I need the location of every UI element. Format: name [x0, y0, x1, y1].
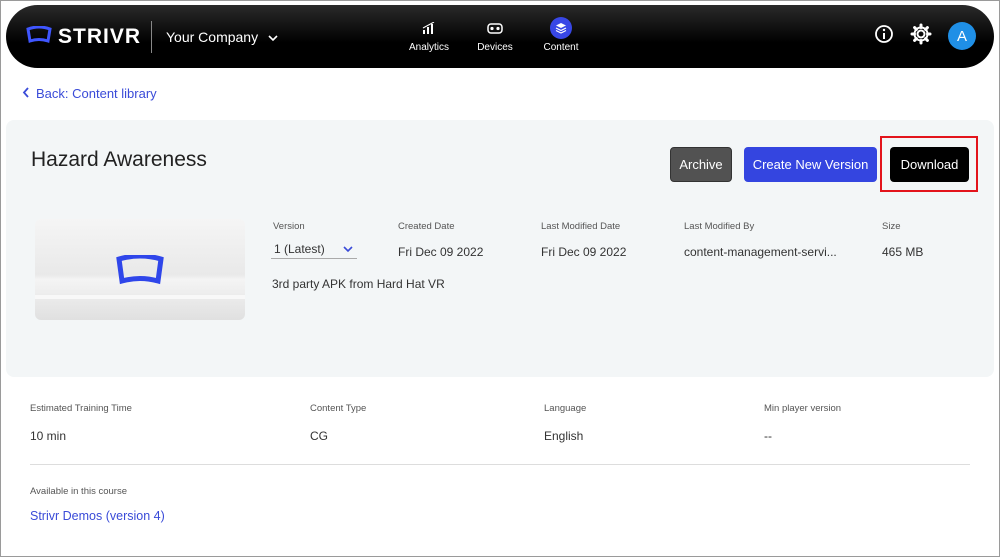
created-date-label: Created Date [398, 221, 455, 232]
chevron-down-icon [343, 242, 357, 256]
chevron-down-icon [268, 29, 278, 45]
language-label: Language [544, 403, 587, 414]
archive-button[interactable]: Archive [670, 147, 732, 182]
vr-headset-icon [487, 17, 503, 39]
version-value: 1 (Latest) [274, 242, 325, 256]
back-link-label: Back: Content library [36, 86, 157, 101]
info-icon[interactable] [874, 24, 894, 49]
last-modified-by-value: content-management-servi... [684, 245, 837, 259]
estimated-training-time-value: 10 min [30, 429, 67, 443]
page-title: Hazard Awareness [31, 148, 207, 171]
nav-tab-content-icon-wrap [550, 17, 572, 39]
content-type-value: CG [310, 429, 328, 443]
size-value: 465 MB [882, 245, 924, 259]
nav-tab-analytics[interactable]: Analytics [396, 17, 462, 59]
section-divider [30, 464, 970, 465]
nav-tab-devices-label: Devices [477, 42, 513, 53]
nav-tab-analytics-label: Analytics [408, 42, 449, 53]
create-new-version-button[interactable]: Create New Version [744, 147, 877, 182]
layers-icon [550, 17, 572, 39]
brand-name: STRIVR [58, 25, 142, 48]
version-select[interactable]: 1 (Latest) [271, 240, 357, 259]
brand-logo[interactable]: STRIVR [26, 25, 141, 49]
nav-tab-content-label: Content [543, 42, 579, 53]
strivr-logo-icon [116, 253, 164, 290]
main-nav: Analytics Devices Content [396, 17, 594, 59]
back-link[interactable]: Back: Content library [22, 86, 157, 101]
company-name: Your Company [166, 29, 259, 45]
gear-icon[interactable] [910, 23, 932, 50]
size-label: Size [882, 221, 901, 232]
last-modified-by-label: Last Modified By [684, 221, 755, 232]
thumbnail-shelf [35, 295, 245, 299]
min-player-version-value: -- [764, 429, 772, 443]
created-date-value: Fri Dec 09 2022 [398, 245, 484, 259]
user-avatar[interactable]: A [948, 22, 976, 50]
course-link[interactable]: Strivr Demos (version 4) [30, 509, 165, 523]
last-modified-date-value: Fri Dec 09 2022 [541, 245, 627, 259]
available-course-label: Available in this course [30, 486, 127, 497]
download-button[interactable]: Download [890, 147, 969, 182]
nav-tab-devices[interactable]: Devices [462, 17, 528, 59]
content-description: 3rd party APK from Hard Hat VR [272, 277, 445, 291]
nav-tab-content[interactable]: Content [528, 17, 594, 59]
header-divider [151, 21, 152, 53]
content-type-label: Content Type [310, 403, 367, 414]
top-nav-bar: STRIVR Your Company Analytics Devices Co… [6, 5, 994, 68]
min-player-version-label: Min player version [764, 403, 842, 414]
strivr-logo-icon [26, 25, 52, 49]
content-thumbnail [35, 219, 245, 320]
version-label: Version [273, 221, 305, 232]
last-modified-date-label: Last Modified Date [541, 221, 621, 232]
estimated-training-time-label: Estimated Training Time [30, 403, 132, 414]
bar-chart-icon [422, 17, 436, 39]
company-selector[interactable]: Your Company [166, 25, 278, 49]
chevron-left-icon [22, 86, 30, 101]
language-value: English [544, 429, 584, 443]
header-actions: A [874, 22, 976, 50]
